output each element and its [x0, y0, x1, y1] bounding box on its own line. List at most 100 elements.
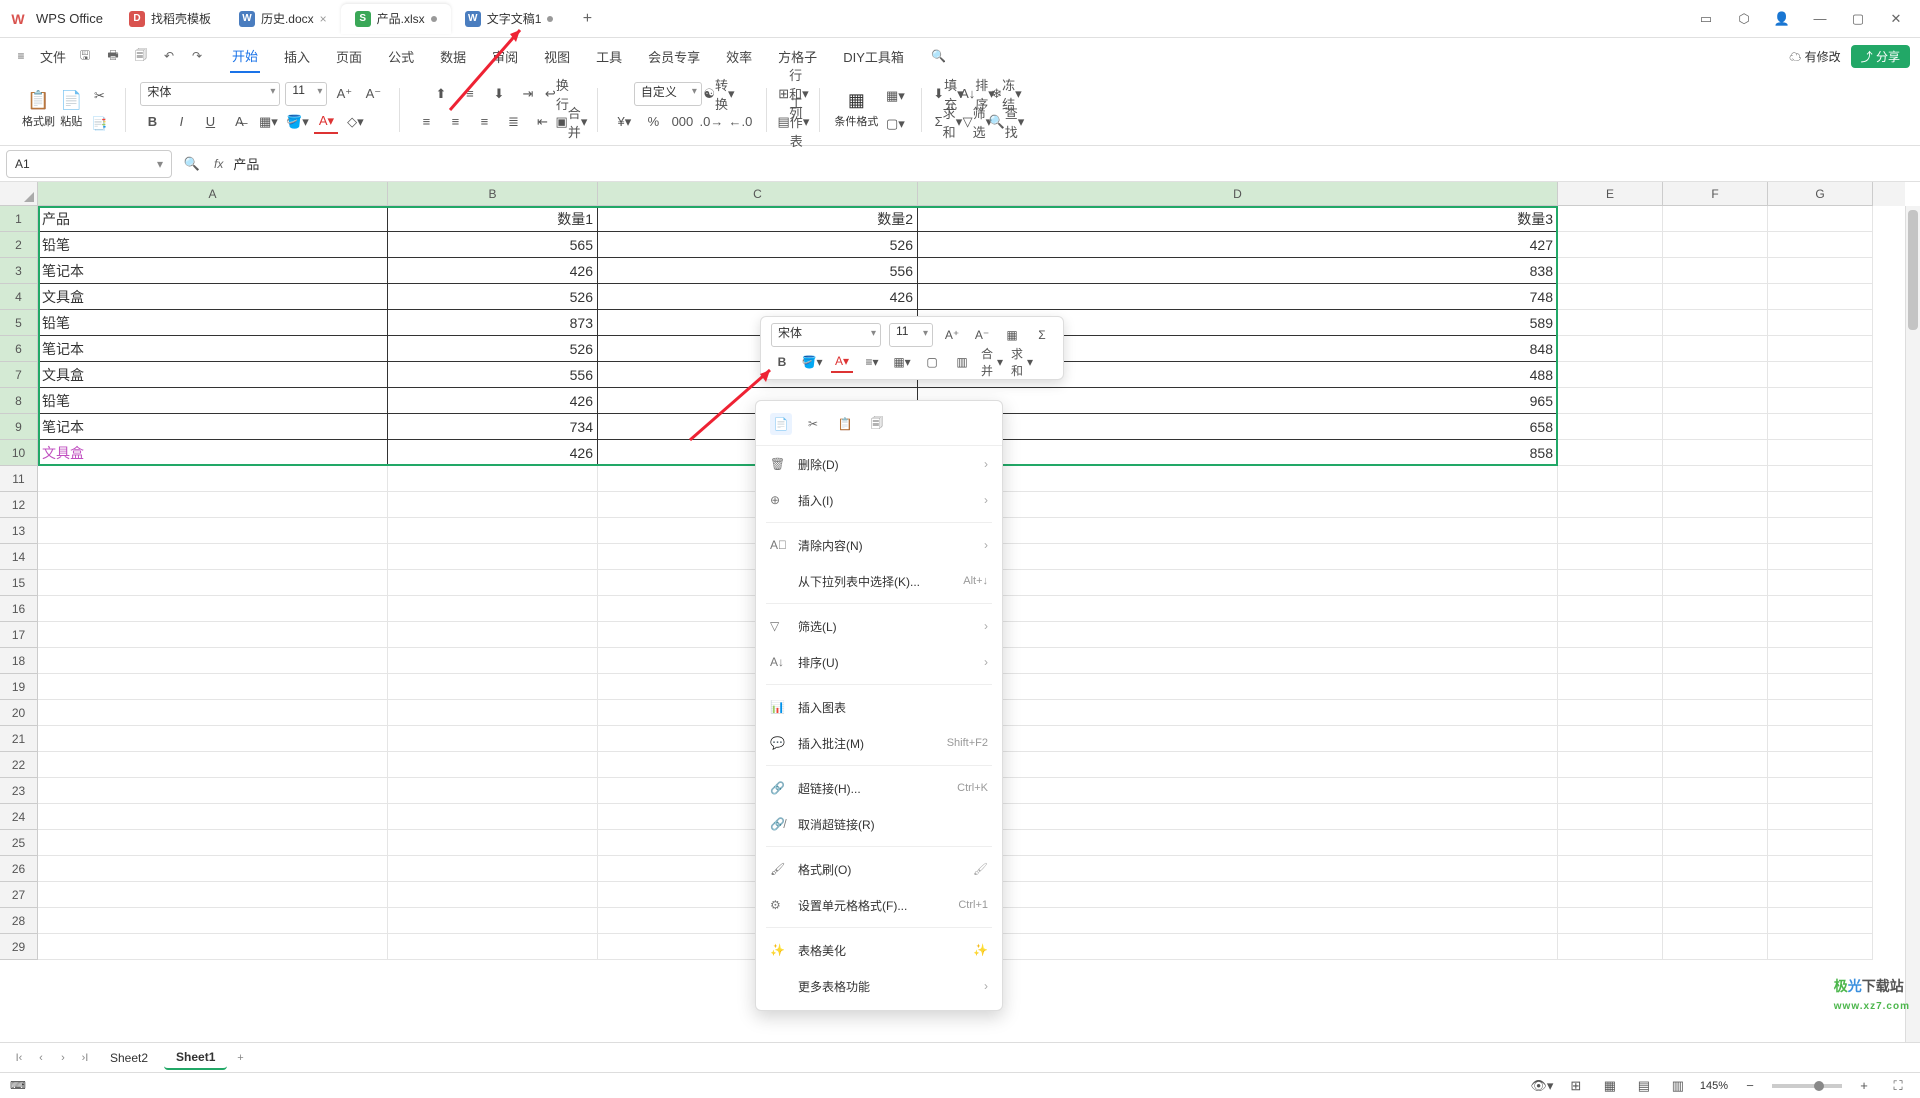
cell[interactable]	[388, 856, 598, 882]
menu-tab-start[interactable]: 开始	[230, 40, 260, 73]
cell[interactable]	[388, 804, 598, 830]
row-header[interactable]: 22	[0, 752, 38, 778]
ctx-comment[interactable]: 💬插入批注(M)Shift+F2	[756, 725, 1002, 761]
cloud-modify-icon[interactable]: ☁ 有修改	[1789, 48, 1840, 65]
row-header[interactable]: 25	[0, 830, 38, 856]
sum-button[interactable]: Σ 求和▾	[936, 110, 960, 134]
mini-align-icon[interactable]: ≡▾	[861, 351, 883, 373]
cell[interactable]	[38, 752, 388, 778]
font-family-select[interactable]: 宋体	[140, 82, 280, 106]
cell[interactable]: 556	[388, 362, 598, 388]
add-tab-button[interactable]: +	[575, 7, 599, 31]
cell[interactable]	[1558, 388, 1663, 414]
cell[interactable]: 873	[388, 310, 598, 336]
cell[interactable]	[918, 856, 1558, 882]
row-header[interactable]: 26	[0, 856, 38, 882]
menu-tab-page[interactable]: 页面	[334, 41, 364, 72]
cell[interactable]	[1768, 882, 1873, 908]
row-header[interactable]: 16	[0, 596, 38, 622]
cell[interactable]	[1768, 232, 1873, 258]
cell[interactable]: 734	[388, 414, 598, 440]
align-top-icon[interactable]: ⬆	[429, 82, 453, 106]
cell[interactable]	[1768, 570, 1873, 596]
cell[interactable]	[918, 882, 1558, 908]
cell[interactable]	[388, 726, 598, 752]
align-bottom-icon[interactable]: ⬇	[487, 82, 511, 106]
cell[interactable]	[1558, 310, 1663, 336]
cell[interactable]	[1663, 362, 1768, 388]
row-header[interactable]: 7	[0, 362, 38, 388]
cell[interactable]	[38, 648, 388, 674]
cell[interactable]: 数量2	[598, 206, 918, 232]
cell[interactable]	[1663, 726, 1768, 752]
cell[interactable]	[1663, 622, 1768, 648]
select-all-corner[interactable]	[0, 182, 38, 206]
sheet-nav-last[interactable]: ›I	[76, 1049, 94, 1067]
cell[interactable]	[918, 804, 1558, 830]
cell[interactable]	[38, 804, 388, 830]
align-middle-icon[interactable]: ≡	[458, 82, 482, 106]
row-header[interactable]: 19	[0, 674, 38, 700]
cell[interactable]	[918, 726, 1558, 752]
cell[interactable]	[918, 674, 1558, 700]
fx-icon[interactable]: fx	[214, 157, 223, 171]
cell[interactable]	[388, 908, 598, 934]
menu-tab-efficiency[interactable]: 效率	[724, 41, 754, 72]
column-headers[interactable]: ABCDEFG	[38, 182, 1905, 206]
find-button[interactable]: 🔍 查找▾	[994, 110, 1018, 134]
cell[interactable]	[1663, 232, 1768, 258]
cell[interactable]: 笔记本	[38, 336, 388, 362]
cell[interactable]	[38, 492, 388, 518]
cell[interactable]: 铅笔	[38, 388, 388, 414]
cell[interactable]	[1558, 882, 1663, 908]
mini-font-select[interactable]: 宋体	[771, 323, 881, 347]
cell[interactable]	[1558, 258, 1663, 284]
add-sheet-button[interactable]: +	[231, 1049, 249, 1067]
doc-tab-template[interactable]: D找稻壳模板	[115, 4, 225, 34]
row-header[interactable]: 20	[0, 700, 38, 726]
cell[interactable]: 427	[918, 232, 1558, 258]
cell[interactable]	[1768, 492, 1873, 518]
mini-format1-icon[interactable]: ▢	[921, 351, 943, 373]
cell[interactable]	[1558, 596, 1663, 622]
cell[interactable]	[38, 856, 388, 882]
align-center-icon[interactable]: ≡	[443, 110, 467, 134]
fill-color-icon[interactable]: 🪣▾	[285, 110, 309, 134]
decimal-inc-icon[interactable]: .0→	[699, 110, 723, 134]
cell[interactable]: 铅笔	[38, 310, 388, 336]
view-normal-icon[interactable]: ▦	[1598, 1074, 1622, 1098]
view-page-icon[interactable]: ▤	[1632, 1074, 1656, 1098]
currency-icon[interactable]: ¥▾	[612, 110, 636, 134]
cell[interactable]	[1768, 700, 1873, 726]
mini-style1-icon[interactable]: ▦	[1001, 324, 1023, 346]
cell[interactable]	[1663, 778, 1768, 804]
paste-button[interactable]: 📄粘贴	[60, 90, 82, 129]
row-header[interactable]: 11	[0, 466, 38, 492]
zoom-in-icon[interactable]: +	[1852, 1074, 1876, 1098]
cell[interactable]	[1558, 804, 1663, 830]
cell[interactable]	[1663, 466, 1768, 492]
mini-font-inc-icon[interactable]: A⁺	[941, 324, 963, 346]
cell[interactable]: 文具盒	[38, 362, 388, 388]
formula-content[interactable]: 产品	[233, 154, 259, 173]
ctx-chart[interactable]: 📊插入图表	[756, 689, 1002, 725]
row-header[interactable]: 18	[0, 648, 38, 674]
doc-tab-history[interactable]: W历史.docx×	[225, 4, 341, 34]
cell[interactable]	[1558, 284, 1663, 310]
ctx-paste-icon[interactable]: 📋	[834, 413, 856, 435]
cell[interactable]: 526	[388, 336, 598, 362]
menu-tab-review[interactable]: 审阅	[490, 41, 520, 72]
save-icon[interactable]: 🖫	[74, 45, 96, 67]
sheet-nav-first[interactable]: I‹	[10, 1049, 28, 1067]
cell[interactable]	[388, 492, 598, 518]
cell[interactable]	[1558, 232, 1663, 258]
scroll-thumb[interactable]	[1908, 210, 1918, 330]
cell[interactable]: 858	[918, 440, 1558, 466]
row-header[interactable]: 2	[0, 232, 38, 258]
cell[interactable]	[918, 596, 1558, 622]
row-header[interactable]: 5	[0, 310, 38, 336]
worksheet-button[interactable]: ▤ 工作表▾	[781, 110, 805, 134]
file-menu[interactable]: 文件	[38, 41, 68, 72]
ctx-filter[interactable]: ▽筛选(L)›	[756, 608, 1002, 644]
doc-tab-doc1[interactable]: W文字文稿1	[451, 4, 568, 34]
